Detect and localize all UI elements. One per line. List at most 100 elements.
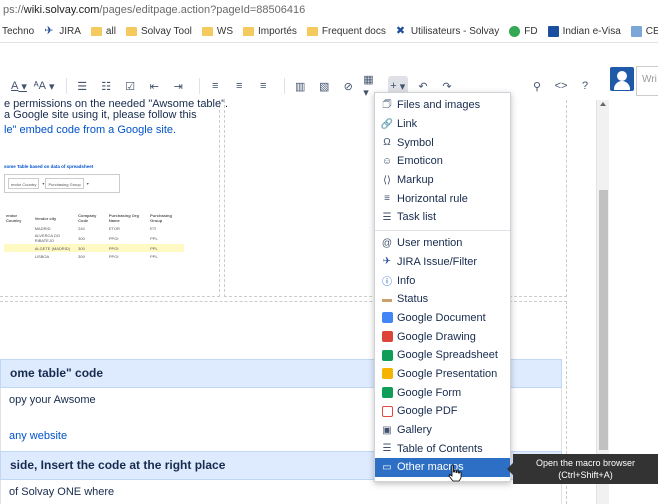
hand-cursor-icon (448, 464, 462, 482)
menu-item-user-mention[interactable]: @ User mention (375, 234, 510, 253)
insert-label: + (390, 80, 397, 92)
numbered-list-icon[interactable]: ☷ (97, 76, 115, 96)
menu-item-label: Symbol (397, 136, 434, 149)
menu-item-info[interactable]: ⓘ Info (375, 271, 510, 290)
section-text: of Solvay ONE where (9, 486, 115, 498)
tasklist-icon: ☰ (382, 211, 392, 223)
menu-item-google-spreadsheet[interactable]: Google Spreadsheet (375, 346, 510, 365)
table-row: MADRID 240 ETOR ETI (4, 224, 184, 232)
help-icon[interactable]: ? (576, 76, 594, 96)
menu-item-other-macros[interactable]: ▭ Other macros (375, 458, 510, 477)
bookmark-ce1[interactable]: CE1 (630, 25, 658, 37)
preview-header: Purchasing Org Name (108, 213, 139, 223)
google-doc-icon (381, 312, 393, 324)
write-input[interactable]: Wri (636, 66, 658, 96)
menu-item-gallery[interactable]: ▣ Gallery (375, 421, 510, 440)
bookmark-label: FD (524, 25, 538, 37)
menu-item-label: JIRA Issue/Filter (397, 255, 478, 268)
google-sheet-icon (381, 349, 393, 361)
bookmark-fd[interactable]: FD (509, 25, 538, 37)
menu-item-google-pdf[interactable]: Google PDF (375, 402, 510, 421)
outdent-icon[interactable]: ⇤ (145, 76, 163, 96)
indent-icon[interactable]: ⇥ (169, 76, 187, 96)
image-icon[interactable]: ▧ (315, 76, 333, 96)
omega-icon: Ω (383, 137, 391, 149)
source-icon[interactable]: <> (552, 76, 570, 96)
bookmark-techno[interactable]: Techno (2, 26, 34, 37)
preview-cell: PPL (148, 244, 184, 252)
scroll-thumb[interactable] (599, 190, 608, 450)
files-icon: 🗇 (382, 98, 392, 110)
menu-item-table-of-contents[interactable]: ☰ Table of Contents (375, 439, 510, 458)
text-color-button[interactable]: A ▾ (10, 76, 28, 96)
menu-item-symbol[interactable]: Ω Symbol (375, 133, 510, 152)
menu-item-emoticon[interactable]: ☺ Emoticon (375, 152, 510, 171)
markup-icon: ⟨⟩ (383, 174, 391, 186)
menu-item-label: Google Form (397, 386, 462, 399)
bookmark-label: Importés (258, 25, 297, 37)
menu-item-google-drawing[interactable]: Google Drawing (375, 327, 510, 346)
menu-item-label: Google Presentation (397, 367, 498, 380)
status-icon: ▬ (382, 293, 392, 305)
bookmarks-bar: Techno ✈ JIRA all Solvay Tool WS Importés… (0, 20, 658, 43)
menu-item-horizontal-rule[interactable]: ≡ Horizontal rule (375, 189, 510, 208)
preview-table: endor Country Vendor city Company Code P… (4, 212, 184, 260)
menu-item-label: Google Spreadsheet (397, 349, 498, 362)
menu-item-jira[interactable]: ✈ JIRA Issue/Filter (375, 253, 510, 272)
table-cell[interactable]: e permissions on the needed "Awsome tabl… (0, 98, 228, 297)
menu-item-link[interactable]: 🔗 Link (375, 115, 510, 134)
preview-filters: endor Country ▾ Purchasing Group ▾ (4, 174, 120, 193)
hr-icon: ≡ (384, 193, 390, 205)
vertical-scrollbar[interactable] (596, 100, 609, 504)
link-icon: 🔗 (380, 118, 394, 130)
menu-item-google-document[interactable]: Google Document (375, 309, 510, 328)
menu-item-task-list[interactable]: ☰ Task list (375, 208, 510, 227)
tooltip-line: (Ctrl+Shift+A) (558, 470, 613, 480)
section-body[interactable]: of Solvay ONE where (0, 480, 562, 504)
preview-header: Company Code (78, 213, 97, 223)
font-size-button[interactable]: ᴬA ▾ (33, 76, 55, 96)
info-icon: ⓘ (382, 277, 392, 289)
menu-item-label: Table of Contents (397, 442, 483, 455)
bookmark-indian-evisa[interactable]: Indian e-Visa (547, 25, 621, 37)
layout-icon[interactable]: ▥ (291, 76, 309, 96)
address-bar[interactable]: ps://wiki.solvay.com/pages/editpage.acti… (0, 0, 658, 20)
at-icon: @ (381, 237, 393, 249)
menu-item-google-form[interactable]: Google Form (375, 383, 510, 402)
align-left-icon[interactable]: ≡ (206, 76, 224, 96)
link-icon[interactable]: ⊘ (339, 76, 357, 96)
bookmark-importes[interactable]: Importés (243, 26, 297, 37)
align-center-icon[interactable]: ≡ (230, 76, 248, 96)
avatar[interactable] (610, 67, 634, 91)
search-icon[interactable]: ⚲ (528, 76, 546, 96)
bookmark-label: Techno (2, 25, 35, 37)
menu-item-label: Task list (397, 211, 437, 224)
menu-item-files-and-images[interactable]: 🗇 Files and images (375, 96, 510, 115)
google-form-icon (381, 387, 393, 399)
menu-item-status[interactable]: ▬ Status (375, 290, 510, 309)
menu-item-markup[interactable]: ⟨⟩ Markup (375, 171, 510, 190)
bookmark-all[interactable]: all (90, 26, 116, 37)
table-row: LISBOA 300 PPOI PPL (4, 252, 184, 260)
bookmark-jira[interactable]: ✈ JIRA (44, 25, 81, 37)
bookmark-label: Utilisateurs - Solvay (410, 25, 500, 37)
menu-item-label: Google Drawing (397, 330, 476, 343)
jira-icon: ✈ (382, 256, 392, 268)
font-size-label: ᴬA (33, 80, 46, 92)
bookmark-utilisateurs[interactable]: ✖ Utilisateurs - Solvay (396, 25, 500, 37)
preview-filter: Purchasing Group (45, 178, 84, 189)
content-link[interactable]: le" embed code from a Google site. (4, 124, 176, 136)
preview-cell (4, 244, 33, 252)
gallery-icon: ▣ (382, 424, 392, 436)
bookmark-frequent-docs[interactable]: Frequent docs (306, 26, 386, 37)
bookmark-solvay-tool[interactable]: Solvay Tool (125, 26, 192, 37)
scroll-up-icon[interactable] (600, 102, 606, 106)
menu-item-google-presentation[interactable]: Google Presentation (375, 365, 510, 384)
align-right-icon[interactable]: ≡ (254, 76, 272, 96)
bookmark-ws[interactable]: WS (201, 25, 234, 37)
section-link[interactable]: any website (9, 430, 67, 442)
bookmark-label: WS (216, 25, 234, 37)
bullet-list-icon[interactable]: ☰ (73, 76, 91, 96)
checkbox-icon[interactable]: ☑ (121, 76, 139, 96)
bookmark-label: Indian e-Visa (562, 25, 621, 37)
